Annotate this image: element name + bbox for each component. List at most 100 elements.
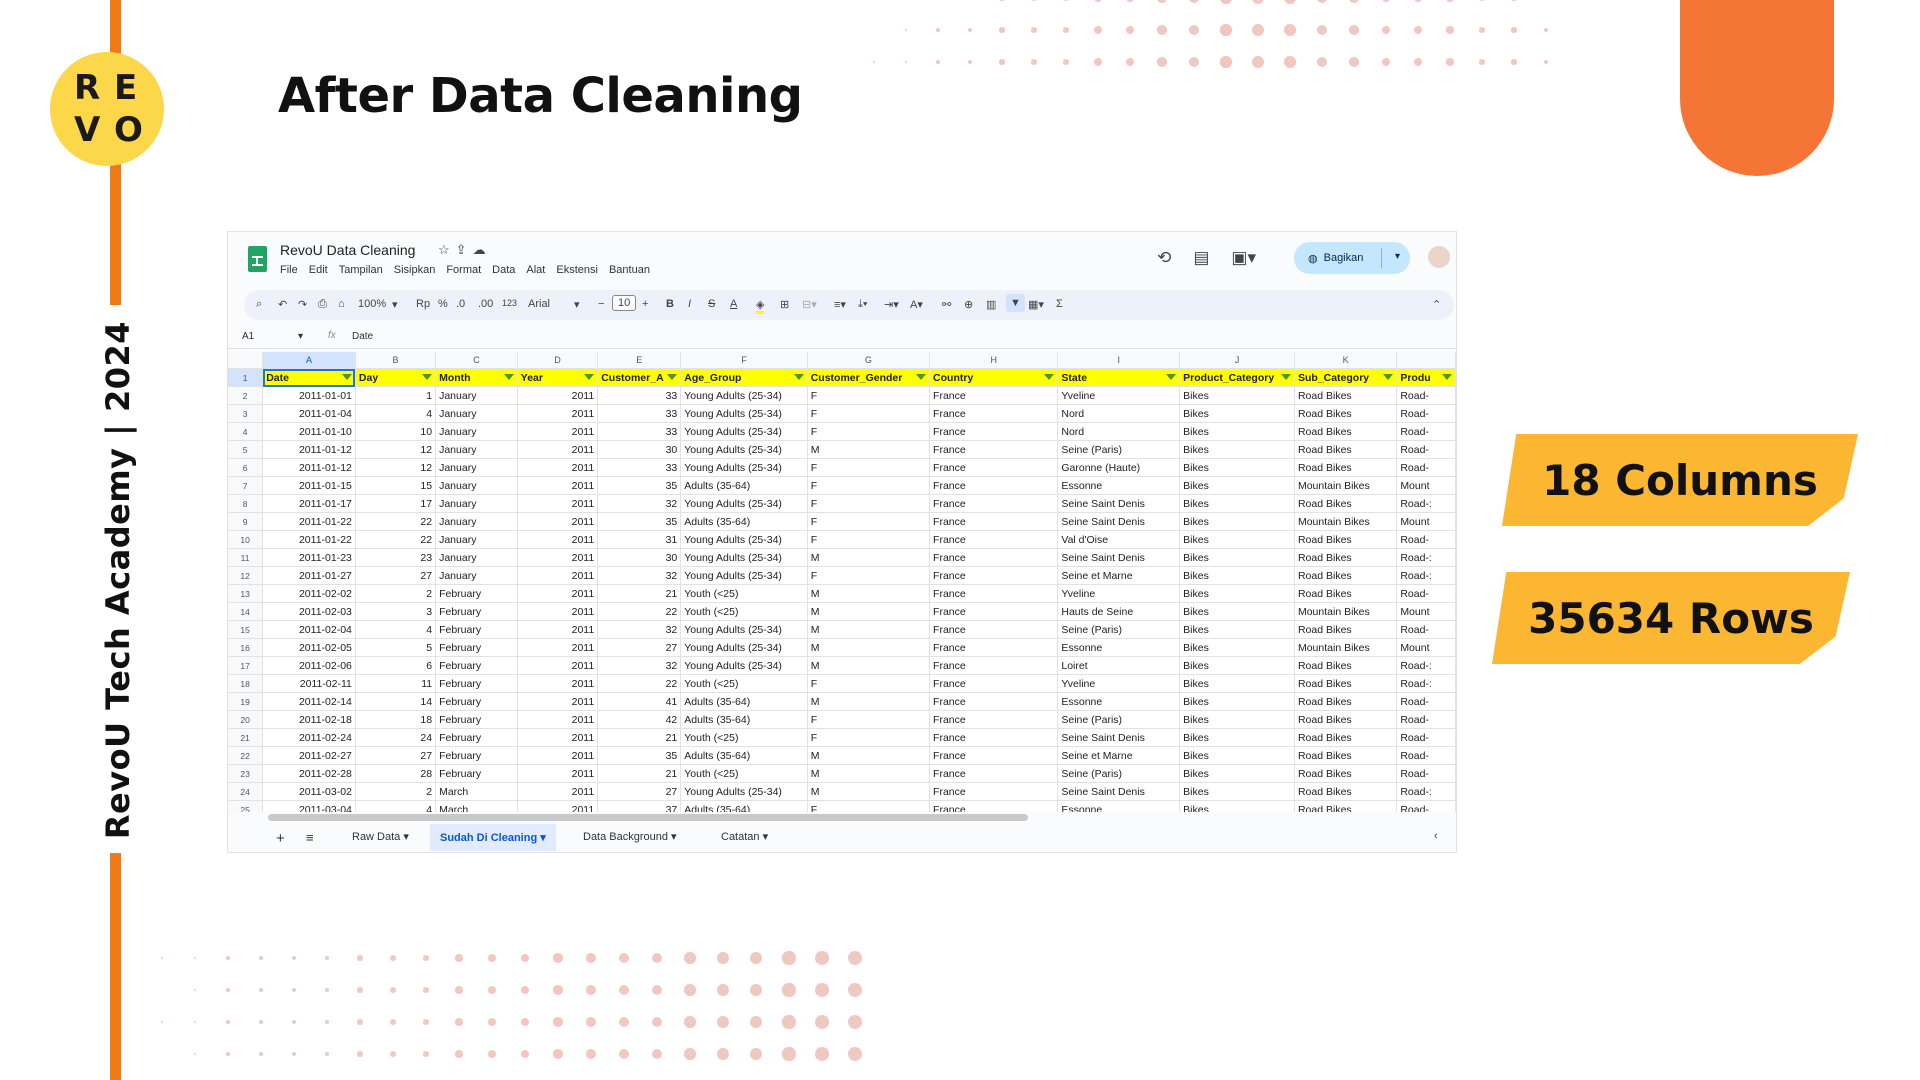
table-cell[interactable]: Seine Saint Denis — [1057, 494, 1181, 513]
table-cell[interactable]: 27 — [355, 566, 437, 585]
table-cell[interactable]: Bikes — [1179, 530, 1295, 549]
table-cell[interactable]: 2011 — [517, 494, 599, 513]
zoom-select[interactable]: 100% — [358, 298, 386, 310]
table-cell[interactable]: Young Adults (25-34) — [680, 566, 808, 585]
table-cell[interactable]: F — [807, 530, 931, 549]
table-cell[interactable]: Essonne — [1057, 800, 1181, 812]
table-cell[interactable]: Youth (<25) — [680, 728, 808, 747]
table-cell[interactable]: F — [807, 476, 931, 495]
table-cell[interactable]: M — [807, 638, 931, 657]
table-cell[interactable]: Youth (<25) — [680, 602, 808, 621]
table-cell[interactable]: Road Bikes — [1294, 674, 1398, 693]
table-cell[interactable]: France — [929, 440, 1059, 459]
table-cell[interactable]: Seine Saint Denis — [1057, 512, 1181, 531]
table-cell[interactable]: 2011 — [517, 728, 599, 747]
table-cell[interactable]: 14 — [355, 692, 437, 711]
column-header-cell[interactable]: Age_Group — [680, 368, 808, 387]
table-cell[interactable]: Road-: — [1396, 566, 1456, 585]
table-cell[interactable]: 2011-01-23 — [262, 548, 356, 567]
table-cell[interactable]: 2011-02-28 — [262, 764, 356, 783]
table-cell[interactable]: Young Adults (25-34) — [680, 494, 808, 513]
column-header-cell[interactable]: Country — [929, 368, 1059, 387]
table-cell[interactable]: February — [435, 656, 518, 675]
table-cell[interactable]: M — [807, 656, 931, 675]
table-cell[interactable]: Bikes — [1179, 566, 1295, 585]
table-cell[interactable]: France — [929, 602, 1059, 621]
table-cell[interactable]: 12 — [355, 440, 437, 459]
table-cell[interactable]: February — [435, 620, 518, 639]
table-cell[interactable]: 1 — [355, 386, 437, 405]
table-cell[interactable]: Loiret — [1057, 656, 1181, 675]
column-header-cell[interactable]: Customer_Gender — [807, 368, 931, 387]
table-cell[interactable]: France — [929, 656, 1059, 675]
table-cell[interactable]: 2011-01-12 — [262, 440, 356, 459]
row-number[interactable]: 18 — [228, 674, 264, 693]
column-header-cell[interactable]: Sub_Category — [1294, 368, 1398, 387]
table-cell[interactable]: 2011-01-15 — [262, 476, 356, 495]
table-cell[interactable]: Seine Saint Denis — [1057, 728, 1181, 747]
column-header-cell[interactable]: Year — [517, 368, 599, 387]
table-cell[interactable]: 24 — [355, 728, 437, 747]
table-cell[interactable]: 41 — [597, 692, 682, 711]
merge-cells-icon[interactable]: ⊟▾ — [802, 298, 817, 311]
menu-item[interactable]: Ekstensi — [556, 264, 598, 276]
table-cell[interactable]: Youth (<25) — [680, 764, 808, 783]
column-header-cell[interactable]: State — [1057, 368, 1181, 387]
table-cell[interactable]: Mount — [1396, 476, 1456, 495]
table-cell[interactable]: Road- — [1396, 620, 1456, 639]
table-cell[interactable]: Bikes — [1179, 548, 1295, 567]
table-cell[interactable]: Road Bikes — [1294, 656, 1398, 675]
table-cell[interactable]: 27 — [597, 638, 682, 657]
table-cell[interactable]: 10 — [355, 422, 437, 441]
table-cell[interactable]: F — [807, 800, 931, 812]
table-cell[interactable]: F — [807, 566, 931, 585]
table-cell[interactable]: January — [435, 494, 518, 513]
bold-icon[interactable]: B — [666, 298, 674, 310]
table-cell[interactable]: Bikes — [1179, 476, 1295, 495]
table-cell[interactable]: 33 — [597, 404, 682, 423]
table-cell[interactable]: 2011-03-04 — [262, 800, 356, 812]
table-cell[interactable]: 2011 — [517, 566, 599, 585]
table-cell[interactable]: 2011-02-03 — [262, 602, 356, 621]
row-number[interactable]: 3 — [228, 404, 264, 423]
table-cell[interactable]: Seine et Marne — [1057, 566, 1181, 585]
borders-icon[interactable]: ⊞ — [780, 298, 789, 311]
filter-icon[interactable]: ▼ — [1006, 294, 1025, 312]
table-cell[interactable]: February — [435, 710, 518, 729]
wrap-icon[interactable]: ⇥▾ — [884, 298, 899, 311]
table-cell[interactable]: France — [929, 800, 1059, 812]
share-dropdown-icon[interactable]: ▾ — [1395, 251, 1400, 262]
table-cell[interactable]: Seine (Paris) — [1057, 710, 1181, 729]
row-number[interactable]: 7 — [228, 476, 264, 495]
table-cell[interactable]: February — [435, 728, 518, 747]
table-cell[interactable]: Road- — [1396, 764, 1456, 783]
table-cell[interactable]: France — [929, 494, 1059, 513]
table-cell[interactable]: 15 — [355, 476, 437, 495]
row-number[interactable]: 8 — [228, 494, 264, 513]
table-cell[interactable]: Road-: — [1396, 548, 1456, 567]
table-cell[interactable]: Road Bikes — [1294, 692, 1398, 711]
avatar[interactable] — [1428, 246, 1450, 268]
collapse-panel-icon[interactable]: ‹ — [1434, 830, 1438, 842]
align-icon[interactable]: ≡▾ — [834, 298, 846, 311]
table-cell[interactable]: Garonne (Haute) — [1057, 458, 1181, 477]
table-cell[interactable]: France — [929, 746, 1059, 765]
table-cell[interactable]: France — [929, 782, 1059, 801]
table-cell[interactable]: Seine Saint Denis — [1057, 782, 1181, 801]
table-cell[interactable]: 22 — [355, 530, 437, 549]
table-cell[interactable]: 2 — [355, 584, 437, 603]
table-cell[interactable]: 6 — [355, 656, 437, 675]
table-cell[interactable]: Road Bikes — [1294, 620, 1398, 639]
table-cell[interactable]: 2011-02-14 — [262, 692, 356, 711]
search-menu-icon[interactable]: ⌕ — [256, 298, 262, 311]
table-cell[interactable]: 2011 — [517, 638, 599, 657]
table-cell[interactable]: 2011 — [517, 530, 599, 549]
row-number[interactable]: 4 — [228, 422, 264, 441]
table-cell[interactable]: 23 — [355, 548, 437, 567]
row-number[interactable]: 10 — [228, 530, 264, 549]
menu-item[interactable]: Edit — [309, 264, 328, 276]
table-cell[interactable]: F — [807, 422, 931, 441]
table-cell[interactable]: February — [435, 764, 518, 783]
table-cell[interactable]: Mount — [1396, 512, 1456, 531]
table-cell[interactable]: Essonne — [1057, 476, 1181, 495]
